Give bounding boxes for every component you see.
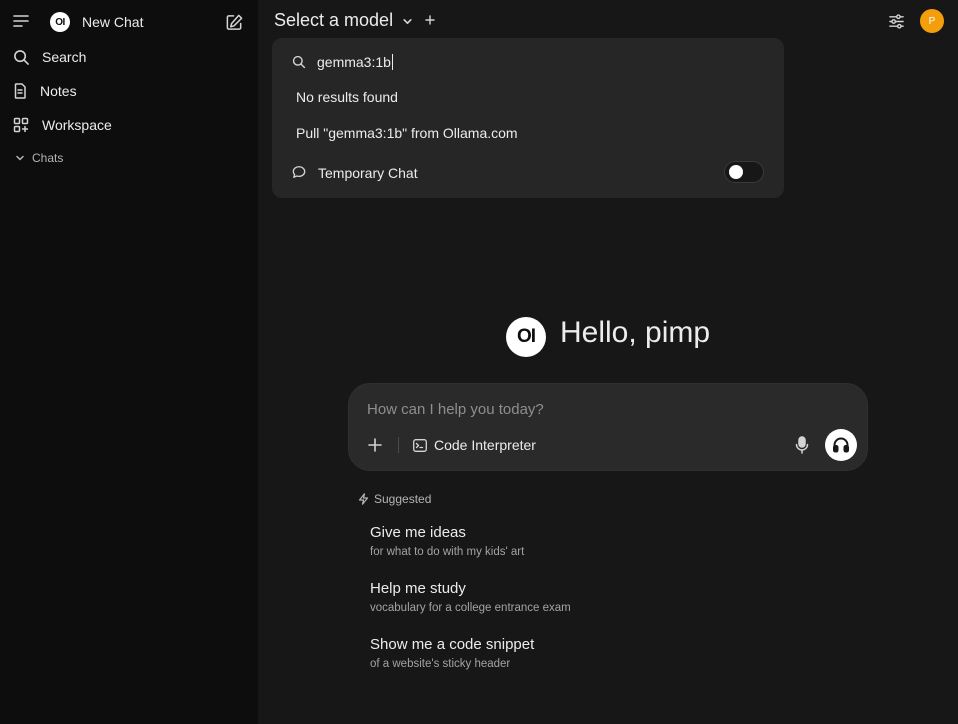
new-chat-button[interactable]: OI New Chat bbox=[40, 7, 210, 37]
no-results-text: No results found bbox=[296, 89, 398, 105]
suggestion-subtitle: vocabulary for a college entrance exam bbox=[370, 602, 571, 614]
chats-section-toggle[interactable]: Chats bbox=[0, 145, 258, 171]
suggestion-subtitle: for what to do with my kids' art bbox=[370, 546, 525, 558]
user-avatar[interactable]: P bbox=[920, 9, 944, 33]
openwebui-logo: OI bbox=[506, 317, 546, 357]
suggestion-item[interactable]: Show me a code snippet of a website's st… bbox=[370, 636, 770, 671]
pull-model-option[interactable]: Pull "gemma3:1b" from Ollama.com bbox=[296, 125, 518, 141]
search-icon bbox=[292, 55, 306, 69]
search-icon bbox=[12, 48, 30, 66]
suggestion-title: Give me ideas bbox=[370, 524, 466, 541]
sidebar-toggle-icon[interactable] bbox=[12, 12, 30, 30]
text-caret bbox=[391, 54, 393, 70]
suggestion-title: Help me study bbox=[370, 580, 466, 597]
suggestion-item[interactable]: Give me ideas for what to do with my kid… bbox=[370, 524, 770, 559]
plus-icon bbox=[425, 15, 435, 25]
notes-icon bbox=[12, 82, 28, 100]
microphone-icon[interactable] bbox=[793, 436, 811, 454]
compose-icon[interactable] bbox=[224, 12, 244, 32]
sidebar-item-label: Notes bbox=[40, 83, 77, 99]
sidebar-item-search[interactable]: Search bbox=[0, 42, 258, 72]
suggested-header: Suggested bbox=[358, 492, 431, 506]
suggestion-item[interactable]: Help me study vocabulary for a college e… bbox=[370, 580, 770, 615]
model-selector-label: Select a model bbox=[274, 10, 394, 30]
chat-bubble-icon bbox=[292, 165, 306, 179]
prompt-input[interactable] bbox=[367, 398, 847, 420]
voice-mode-button[interactable] bbox=[825, 429, 857, 461]
greeting-heading: Hello, pimp bbox=[560, 316, 711, 349]
suggestion-subtitle: of a website's sticky header bbox=[370, 658, 511, 670]
code-interpreter-button[interactable]: Code Interpreter bbox=[413, 434, 536, 456]
new-chat-label: New Chat bbox=[82, 14, 144, 30]
sidebar-item-label: Search bbox=[42, 49, 87, 65]
openwebui-logo: OI bbox=[50, 12, 70, 32]
main-area: Select a model P gemma3:1b No results fo… bbox=[258, 0, 958, 724]
model-search-input[interactable]: gemma3:1b bbox=[317, 54, 393, 70]
model-dropdown: gemma3:1b No results found Pull "gemma3:… bbox=[272, 38, 784, 198]
model-selector[interactable]: Select a model bbox=[274, 10, 393, 31]
suggestion-title: Show me a code snippet bbox=[370, 636, 535, 653]
sidebar-item-notes[interactable]: Notes bbox=[0, 76, 258, 106]
add-model-button[interactable] bbox=[424, 14, 436, 26]
temporary-chat-label: Temporary Chat bbox=[318, 165, 418, 181]
controls-icon[interactable] bbox=[887, 12, 905, 30]
chats-section-label: Chats bbox=[32, 151, 64, 165]
suggested-label: Suggested bbox=[374, 492, 432, 506]
toggle-knob bbox=[729, 165, 743, 179]
add-attachment-button[interactable] bbox=[366, 436, 384, 454]
headphones-icon bbox=[833, 437, 849, 453]
chevron-down-icon bbox=[14, 152, 26, 164]
code-interpreter-label: Code Interpreter bbox=[434, 437, 536, 453]
divider bbox=[398, 437, 399, 453]
sidebar-item-workspace[interactable]: Workspace bbox=[0, 110, 258, 140]
terminal-icon bbox=[413, 438, 427, 452]
plus-icon bbox=[368, 438, 382, 452]
workspace-icon bbox=[12, 116, 30, 134]
sidebar-item-label: Workspace bbox=[42, 117, 112, 133]
chevron-down-icon[interactable] bbox=[401, 15, 413, 27]
model-search-value: gemma3:1b bbox=[317, 54, 391, 70]
sidebar: OI New Chat Search Notes Workspace Chats bbox=[0, 0, 258, 724]
lightning-icon bbox=[358, 493, 369, 505]
prompt-box: Code Interpreter bbox=[348, 383, 868, 471]
temporary-chat-toggle[interactable] bbox=[724, 161, 764, 183]
